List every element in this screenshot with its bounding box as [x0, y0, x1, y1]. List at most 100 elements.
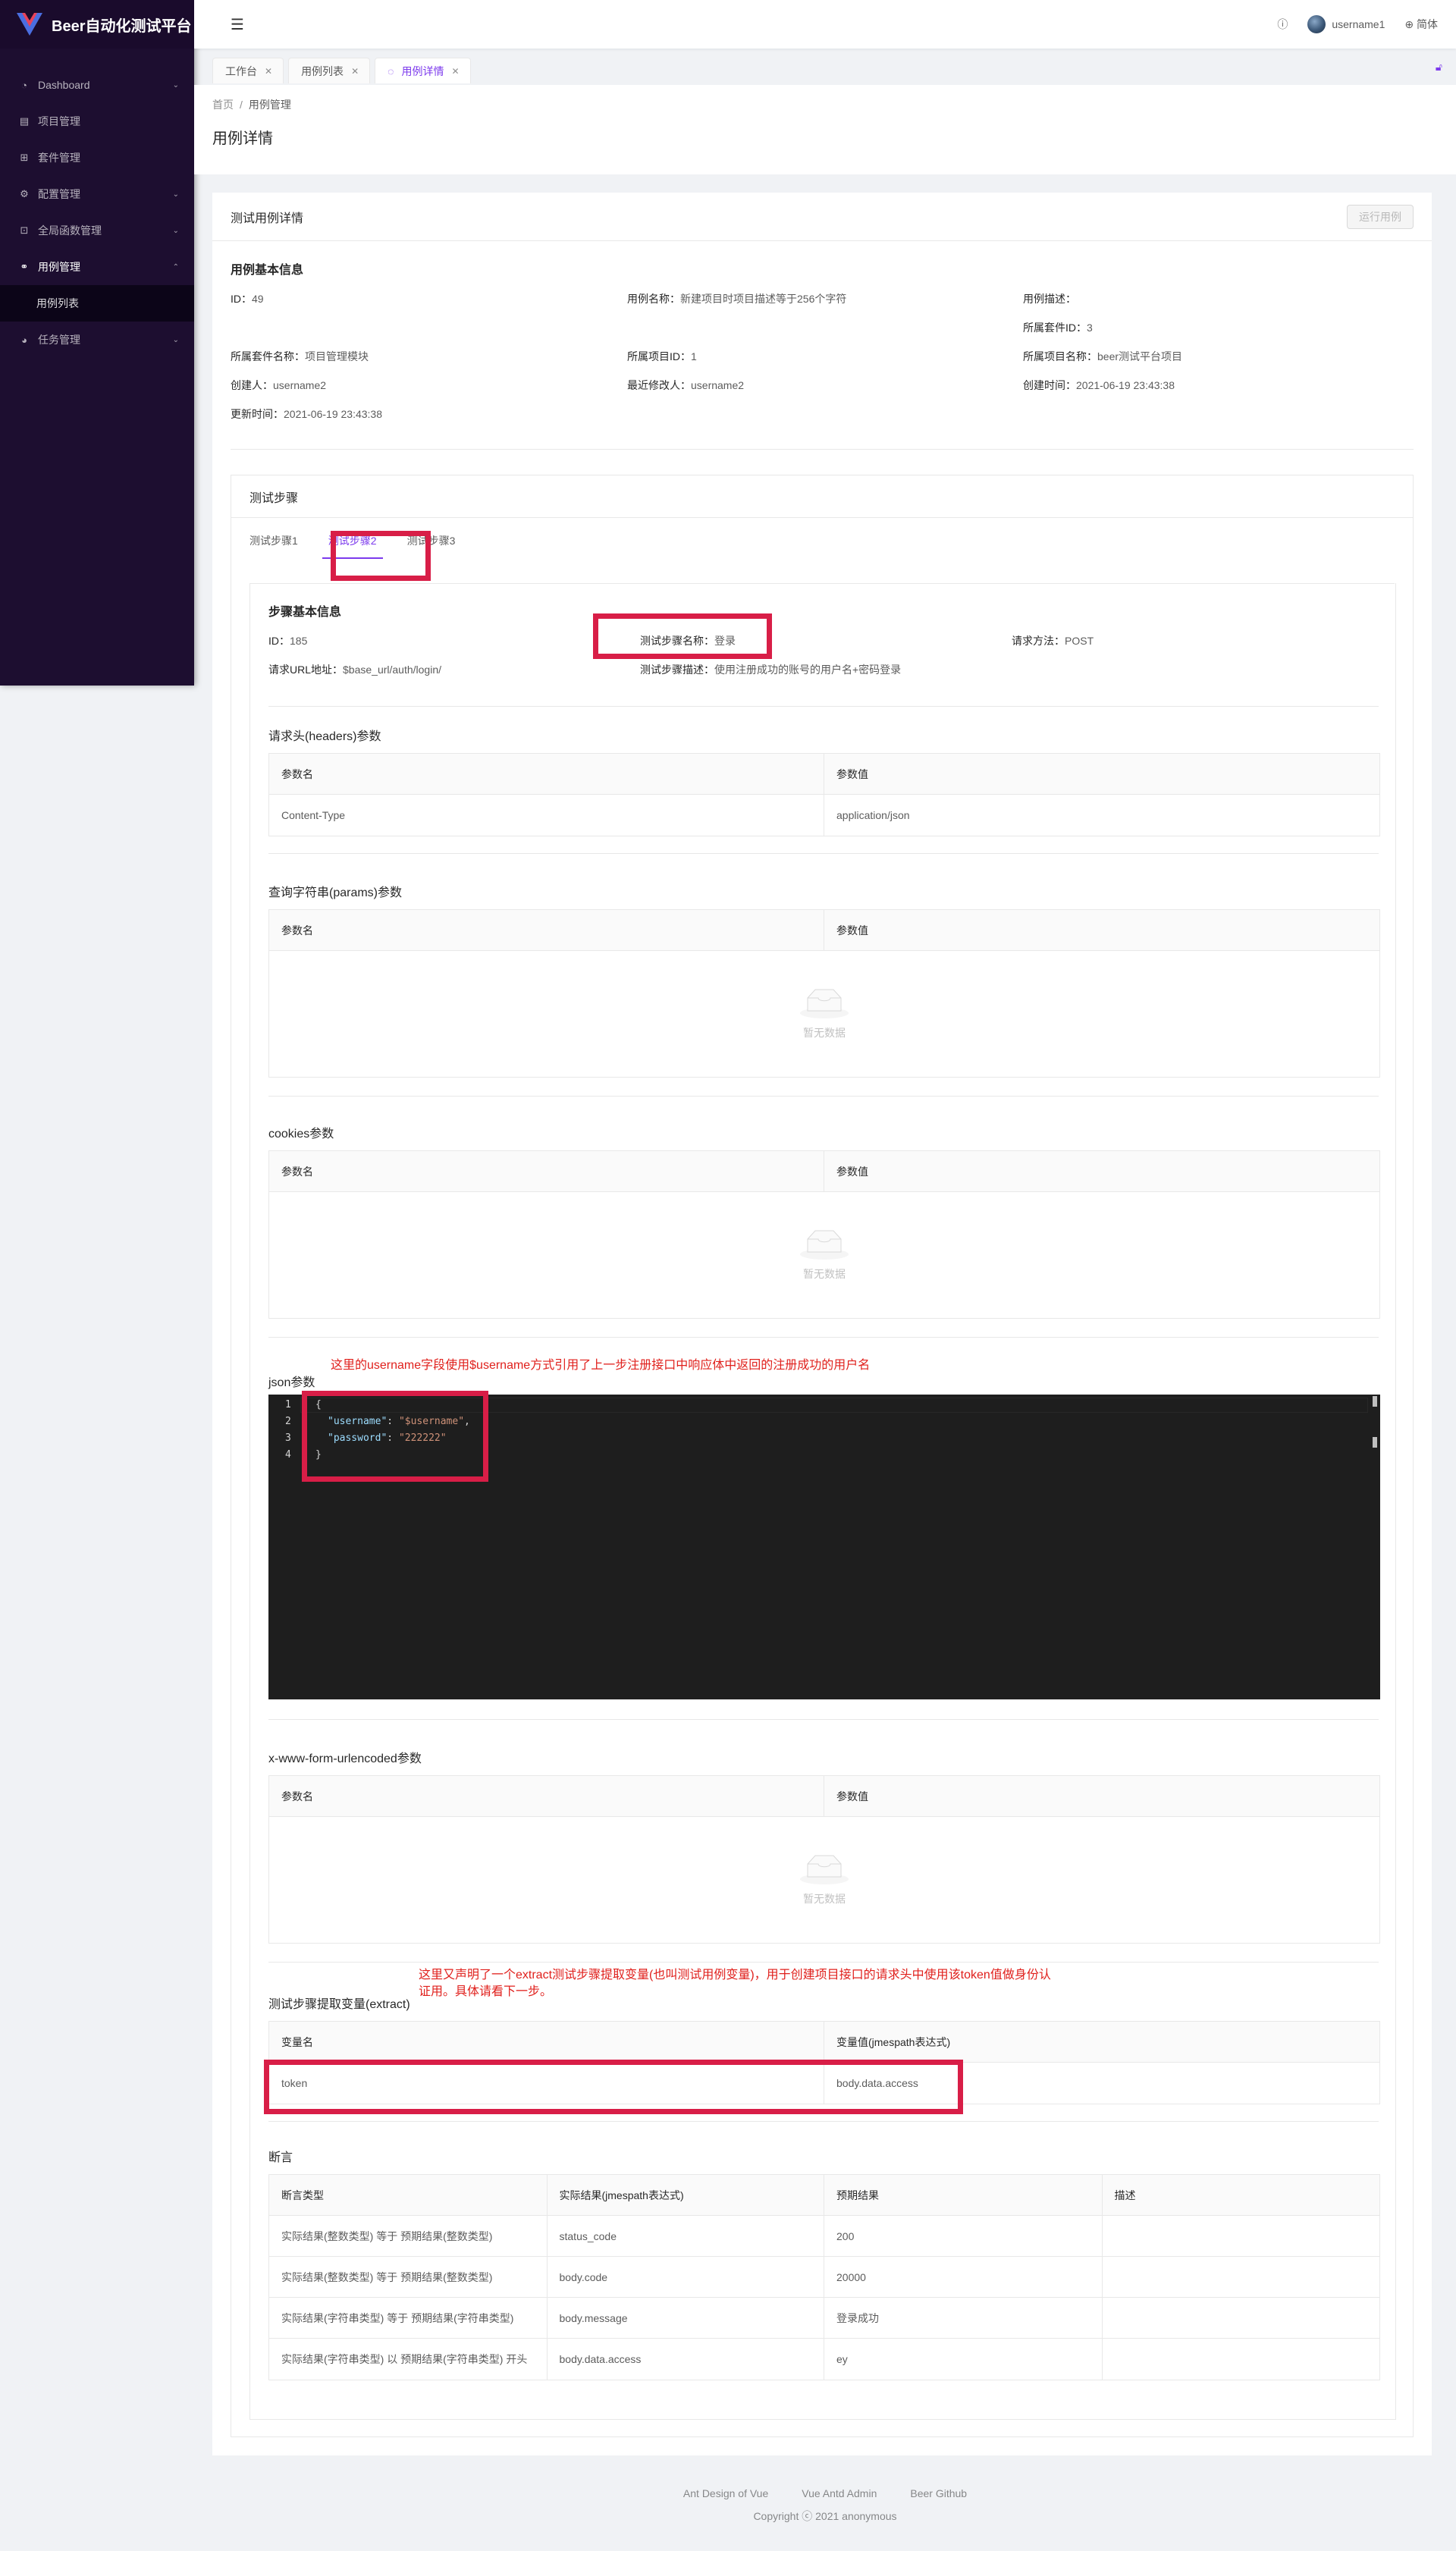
vue-logo-icon [17, 13, 42, 36]
table-cell: body.message [548, 2298, 824, 2338]
sidebar-item-dashboard[interactable]: ◔ Dashboard ⌄ [0, 67, 194, 103]
column-header: 描述 [1114, 2189, 1136, 2201]
empty-box-icon [800, 989, 849, 1018]
footer-links: Ant Design of Vue Vue Antd Admin Beer Gi… [194, 2487, 1456, 2499]
sidebar-menu: ◔ Dashboard ⌄ ▤ 项目管理 ⊞ 套件管理 ⚙ 配置管理 ⌄ ⊡ 全… [0, 49, 194, 358]
sidebar-item-project[interactable]: ▤ 项目管理 [0, 103, 194, 140]
table-header: 参数名 参数值 [269, 754, 1379, 795]
close-icon[interactable]: ✕ [451, 66, 459, 77]
scrollbar[interactable] [1373, 1437, 1377, 1448]
extract-title: 测试步骤提取变量(extract) [268, 1998, 410, 2011]
sidebar-item-cases[interactable]: ⚭ 用例管理 ⌃ [0, 249, 194, 285]
sidebar-item-label: 套件管理 [38, 152, 80, 164]
link-icon: ⚭ [20, 261, 29, 272]
empty-state: 暂无数据 [269, 1817, 1379, 1943]
page-tabs: 工作台 ✕ 用例列表 ✕ ◌ 用例详情 ✕ [206, 53, 1456, 83]
sidebar-item-functions[interactable]: ⊡ 全局函数管理 ⌄ [0, 212, 194, 249]
tab-case-detail[interactable]: ◌ 用例详情 ✕ [375, 58, 471, 83]
tab-label: 工作台 [225, 64, 257, 77]
step-url: 请求URL地址：$base_url/auth/login/ [268, 664, 442, 676]
sidebar-item-label: 项目管理 [38, 115, 80, 127]
scrollbar[interactable] [1373, 1396, 1377, 1407]
copyright: Copyright ⓒ 2021 anonymous [753, 2510, 897, 2522]
table-header: 变量名 变量值(jmespath表达式) [269, 2022, 1379, 2063]
chevron-up-icon: ⌃ [172, 262, 179, 271]
divider [268, 2121, 1379, 2122]
run-case-button[interactable]: 运行用例 [1347, 204, 1414, 229]
column-header: 断言类型 [269, 2175, 548, 2215]
updated-time: 更新时间：2021-06-19 23:43:38 [231, 408, 382, 420]
step-id: ID：185 [268, 635, 308, 647]
chevron-down-icon: ⌄ [172, 80, 179, 89]
steps-title: 测试步骤 [231, 475, 1413, 518]
pie-chart-icon: ◕ [21, 334, 27, 346]
code-icon: ⊡ [20, 224, 29, 236]
line-number: 4 [285, 1449, 291, 1461]
column-header: 参数值 [836, 924, 868, 937]
table-row: 实际结果(字符串类型) 以 预期结果(字符串类型) 开头 body.data.a… [269, 2339, 1379, 2380]
footer: Ant Design of Vue Vue Antd Admin Beer Gi… [194, 2487, 1456, 2524]
created-time: 创建时间：2021-06-19 23:43:38 [1023, 379, 1175, 391]
close-icon[interactable]: ✕ [265, 66, 272, 77]
suite-id: 所属套件ID：3 [1023, 322, 1093, 334]
help-icon[interactable]: ⓘ [1277, 17, 1288, 32]
logo[interactable]: Beer自动化测试平台 [0, 0, 194, 49]
sidebar-item-suite[interactable]: ⊞ 套件管理 [0, 140, 194, 176]
breadcrumb: 首页 / 用例管理 [212, 99, 291, 111]
card-header: 测试用例详情 运行用例 [212, 193, 1432, 241]
language-switch[interactable]: ⊕ 简体 [1404, 17, 1438, 32]
globe-icon: ⊕ [1404, 18, 1414, 30]
project-id: 所属项目ID：1 [627, 350, 697, 362]
footer-link-antd[interactable]: Ant Design of Vue [683, 2487, 768, 2499]
tab-step-1[interactable]: 测试步骤1 [249, 533, 298, 559]
table-header: 参数名 参数值 [269, 1776, 1379, 1817]
sidebar-item-case-list[interactable]: 用例列表 [0, 285, 194, 322]
menu-fold-icon[interactable]: ☰ [231, 15, 244, 34]
step-method: 请求方法：POST [1012, 635, 1094, 647]
table-cell: 200 [824, 2216, 1103, 2256]
table-cell: 实际结果(整数类型) 等于 预期结果(整数类型) [269, 2257, 548, 2297]
sidebar: Beer自动化测试平台 ◔ Dashboard ⌄ ▤ 项目管理 ⊞ 套件管理 … [0, 0, 194, 686]
editor-gutter [268, 1395, 300, 1699]
close-icon[interactable]: ✕ [351, 66, 359, 77]
sidebar-item-config[interactable]: ⚙ 配置管理 ⌄ [0, 176, 194, 212]
tab-workbench[interactable]: 工作台 ✕ [212, 58, 284, 83]
footer-link-vue-antd-admin[interactable]: Vue Antd Admin [802, 2487, 877, 2499]
user-menu[interactable]: username1 [1307, 15, 1385, 33]
sidebar-item-label: 用例列表 [36, 297, 79, 309]
table-row: Content-Type application/json [269, 795, 1379, 836]
column-header: 变量值(jmespath表达式) [836, 2035, 951, 2048]
chevron-down-icon: ⌄ [172, 190, 179, 199]
form-table: 参数名 参数值 暂无数据 [268, 1775, 1380, 1944]
empty-box-icon [800, 1230, 849, 1260]
sidebar-item-tasks[interactable]: ◕ 任务管理 ⌄ [0, 322, 194, 358]
annotation-box-step-name [593, 613, 772, 659]
header-right: ⓘ username1 ⊕ 简体 [1277, 15, 1456, 33]
line-number: 1 [285, 1399, 291, 1410]
table-cell [1103, 2298, 1380, 2338]
column-header: 参数值 [836, 767, 868, 780]
empty-text: 暂无数据 [803, 1026, 846, 1039]
tab-case-list[interactable]: 用例列表 ✕ [288, 58, 371, 83]
params-table: 参数名 参数值 暂无数据 [268, 909, 1380, 1078]
case-name: 用例名称：新建项目时项目描述等于256个字符 [627, 293, 847, 305]
step-desc: 测试步骤描述：使用注册成功的账号的用户名+密码登录 [640, 664, 902, 676]
asserts-title: 断言 [268, 2151, 293, 2164]
asserts-table: 断言类型 实际结果(jmespath表达式) 预期结果 描述 实际结果(整数类型… [268, 2174, 1380, 2380]
table-row: 实际结果(整数类型) 等于 预期结果(整数类型) status_code 200 [269, 2216, 1379, 2257]
creator: 创建人：username2 [231, 379, 327, 391]
avatar [1307, 15, 1326, 33]
json-title: json参数 [268, 1376, 315, 1389]
table-row: 实际结果(整数类型) 等于 预期结果(整数类型) body.code 20000 [269, 2257, 1379, 2298]
empty-state: 暂无数据 [269, 1192, 1379, 1318]
lock-icon[interactable]: 🔓︎ [1436, 61, 1442, 74]
breadcrumb-home[interactable]: 首页 [212, 99, 234, 111]
footer-link-github[interactable]: Beer Github [910, 2487, 967, 2499]
table-cell: ey [824, 2339, 1103, 2380]
column-header: 参数名 [269, 1151, 824, 1191]
table-cell: 20000 [824, 2257, 1103, 2297]
step-basic-title: 步骤基本信息 [268, 606, 342, 619]
sidebar-item-label: Dashboard [38, 79, 90, 91]
divider [268, 1337, 1379, 1338]
table-cell [1103, 2257, 1380, 2297]
